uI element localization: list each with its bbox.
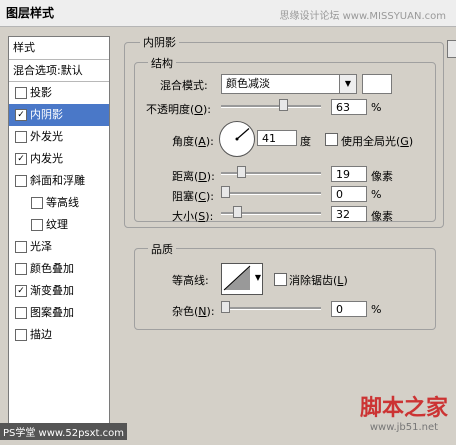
style-item-label: 内阴影 <box>30 108 63 121</box>
opacity-slider-thumb[interactable] <box>279 99 288 111</box>
choke-unit: % <box>371 188 382 201</box>
noise-slider[interactable] <box>221 300 321 316</box>
style-item-label: 描边 <box>30 328 52 341</box>
quality-title: 品质 <box>148 241 176 257</box>
noise-field[interactable]: 0 <box>331 301 367 317</box>
checkbox-icon[interactable] <box>31 197 43 209</box>
size-label: 大小(S): <box>172 210 214 223</box>
styles-list: 样式 混合选项:默认 投影 ✓ 内阴影 外发光 ✓ 内发光 斜面和浮雕 等高线 纹理 光泽 颜色叠加… <box>8 36 110 438</box>
contour-chevron-down-icon: ▼ <box>254 273 261 282</box>
ps-watermark: PS学堂 www.52psxt.com <box>0 423 128 440</box>
dialog-titlebar: 图层样式 思缘设计论坛 www.MISSYUAN.com <box>0 0 456 27</box>
style-item-label: 颜色叠加 <box>30 262 74 275</box>
style-item[interactable]: ✓ 渐变叠加 <box>9 280 109 302</box>
checkbox-icon[interactable] <box>15 329 27 341</box>
styles-header[interactable]: 样式 <box>9 37 109 60</box>
choke-slider-thumb[interactable] <box>221 186 230 198</box>
contour-curve-icon <box>223 265 251 291</box>
style-item-label: 图案叠加 <box>30 306 74 319</box>
style-item-label: 斜面和浮雕 <box>30 174 85 187</box>
inner-shadow-title: 内阴影 <box>140 34 179 50</box>
checkbox-icon[interactable] <box>15 87 27 99</box>
style-item[interactable]: 斜面和浮雕 <box>9 170 109 192</box>
global-light-checkbox[interactable] <box>325 133 338 146</box>
site-watermark-title: 脚本之家 <box>359 396 448 421</box>
checkbox-icon[interactable] <box>31 219 43 231</box>
style-item[interactable]: 纹理 <box>9 214 109 236</box>
size-slider[interactable] <box>221 205 321 221</box>
distance-slider[interactable] <box>221 165 321 181</box>
style-item[interactable]: 光泽 <box>9 236 109 258</box>
size-unit: 像素 <box>371 210 393 223</box>
noise-unit: % <box>371 303 382 316</box>
size-slider-thumb[interactable] <box>233 206 242 218</box>
antialias-label[interactable]: 消除锯齿(L) <box>289 272 348 288</box>
style-item-label: 内发光 <box>30 152 63 165</box>
style-item[interactable]: ✓ 内阴影 <box>9 104 109 126</box>
opacity-field[interactable]: 63 <box>331 99 367 115</box>
angle-dial[interactable] <box>219 121 255 157</box>
opacity-label: 不透明度(O): <box>146 103 211 116</box>
style-item[interactable]: 图案叠加 <box>9 302 109 324</box>
checkbox-icon[interactable] <box>15 241 27 253</box>
choke-label: 阻塞(C): <box>172 190 214 203</box>
angle-unit: 度 <box>300 135 311 148</box>
distance-slider-thumb[interactable] <box>237 166 246 178</box>
angle-label: 角度(A): <box>172 135 214 148</box>
angle-needle-icon <box>235 128 250 141</box>
distance-label: 距离(D): <box>172 170 215 183</box>
style-item-label: 纹理 <box>46 218 68 231</box>
structure-title: 结构 <box>148 55 176 71</box>
global-light-label[interactable]: 使用全局光(G) <box>341 133 413 149</box>
opacity-slider[interactable] <box>221 98 321 114</box>
blend-options-item[interactable]: 混合选项:默认 <box>9 60 109 82</box>
checkbox-checked-icon[interactable]: ✓ <box>15 153 27 165</box>
style-item-label: 光泽 <box>30 240 52 253</box>
style-item-label: 等高线 <box>46 196 79 209</box>
size-field[interactable]: 32 <box>331 206 367 222</box>
blend-mode-value: 颜色减淡 <box>226 77 270 90</box>
style-item[interactable]: 描边 <box>9 324 109 346</box>
blend-mode-label: 混合模式: <box>160 79 208 92</box>
watermark-text: 思缘设计论坛 www.MISSYUAN.com <box>279 11 446 22</box>
checkbox-icon[interactable] <box>15 175 27 187</box>
noise-label: 杂色(N): <box>172 305 215 318</box>
style-item-label: 渐变叠加 <box>30 284 74 297</box>
style-item[interactable]: 投影 <box>9 82 109 104</box>
choke-slider[interactable] <box>221 185 321 201</box>
style-item[interactable]: 外发光 <box>9 126 109 148</box>
style-item[interactable]: ✓ 内发光 <box>9 148 109 170</box>
style-item[interactable]: 等高线 <box>9 192 109 214</box>
style-item-label: 投影 <box>30 86 52 99</box>
checkbox-checked-icon[interactable]: ✓ <box>15 285 27 297</box>
style-item-label: 外发光 <box>30 130 63 143</box>
style-item[interactable]: 颜色叠加 <box>9 258 109 280</box>
ok-button-edge[interactable] <box>447 40 456 58</box>
antialias-checkbox[interactable] <box>274 273 287 286</box>
opacity-unit: % <box>371 101 382 114</box>
dialog-title: 图层样式 <box>6 6 55 20</box>
blend-mode-select[interactable]: 颜色减淡 ▼ <box>221 74 357 94</box>
checkbox-checked-icon[interactable]: ✓ <box>15 109 27 121</box>
choke-field[interactable]: 0 <box>331 186 367 202</box>
site-watermark: 脚本之家 www.jb51.net <box>360 390 448 433</box>
contour-label: 等高线: <box>172 274 209 287</box>
distance-field[interactable]: 19 <box>331 166 367 182</box>
checkbox-icon[interactable] <box>15 307 27 319</box>
site-watermark-url: www.jb51.net <box>369 422 439 433</box>
shadow-color-swatch[interactable] <box>362 74 392 94</box>
checkbox-icon[interactable] <box>15 263 27 275</box>
noise-slider-thumb[interactable] <box>221 301 230 313</box>
angle-field[interactable]: 41 <box>257 130 297 146</box>
chevron-down-icon: ▼ <box>339 75 356 93</box>
distance-unit: 像素 <box>371 170 393 183</box>
checkbox-icon[interactable] <box>15 131 27 143</box>
contour-picker[interactable]: ▼ <box>221 263 263 295</box>
